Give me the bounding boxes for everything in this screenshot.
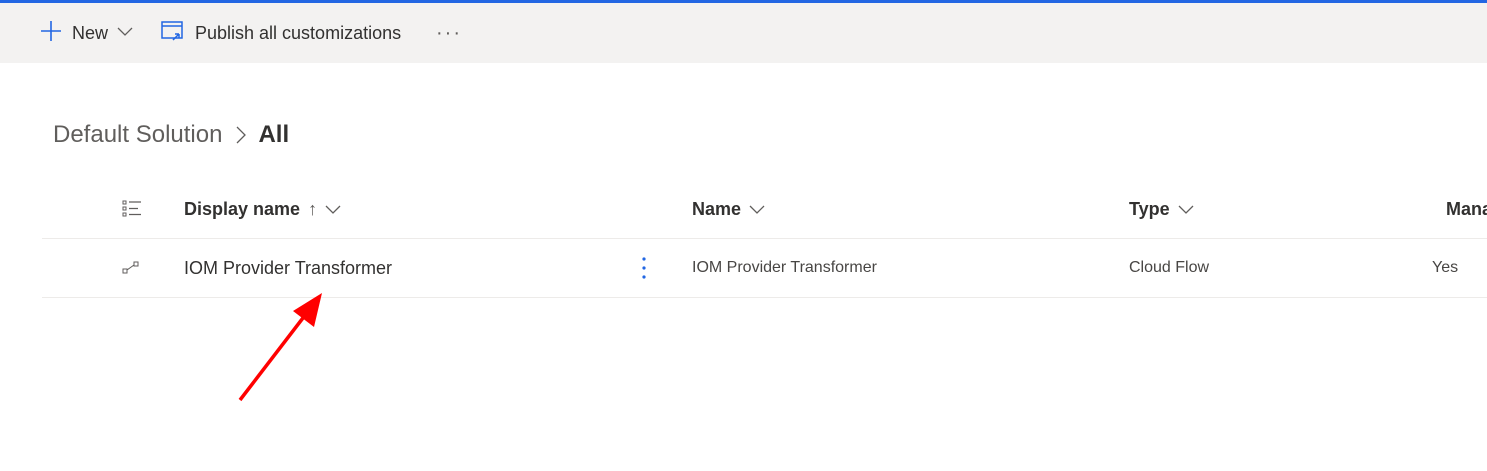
page: New Publish all customizations ··· Defau…: [0, 0, 1487, 471]
annotation-arrow: [238, 293, 322, 402]
